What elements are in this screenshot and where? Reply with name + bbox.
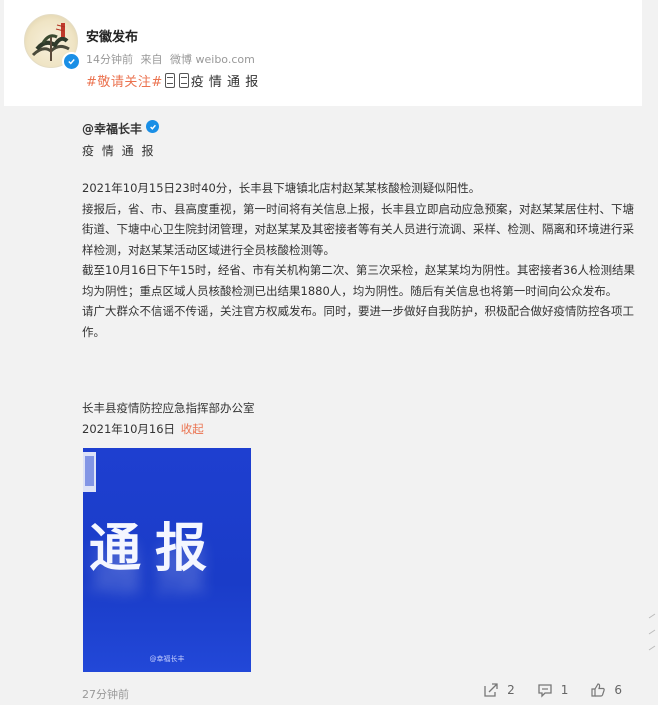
like-button[interactable]: 6 [590, 682, 622, 698]
comment-icon [538, 684, 552, 698]
paragraph: 截至10月16日下午15时，经省、市有关机构第二次、第三次采检，赵某某均为阴性。… [82, 263, 636, 298]
mic-icon [164, 73, 175, 88]
publish-date: 2021年10月16日 收起 [82, 421, 204, 437]
post-meta: 14分钟前 来自 微博 weibo.com [86, 51, 259, 67]
post-source[interactable]: 微博 weibo.com [170, 53, 255, 66]
reposted-content: @幸福长丰 疫 情 通 报 2021年10月15日23时40分，长丰县下塘镇北店… [66, 112, 658, 705]
repost-author-link[interactable]: @幸福长丰 [82, 120, 142, 137]
paragraph: 接报后，省、市、县高度重视，第一时间将有关信息上报，长丰县立即启动应急预案，对赵… [82, 201, 634, 257]
post-headline: #敬请关注# 疫 情 通 报 [86, 71, 259, 90]
signature: 长丰县疫情防控应急指挥部办公室 [82, 401, 255, 415]
notice-image-headline: 通报 [89, 519, 222, 579]
repost-count: 2 [507, 683, 515, 697]
comment-button[interactable]: 1 [537, 682, 569, 698]
original-post: 安徽发布 14分钟前 来自 微博 weibo.com #敬请关注# 疫 情 通 报 [4, 0, 642, 106]
topic-tag-link[interactable]: #敬请关注# [86, 75, 163, 90]
post-time[interactable]: 14分钟前 [86, 53, 133, 66]
like-count: 6 [614, 683, 622, 697]
repost-time[interactable]: 27分钟前 [82, 686, 129, 702]
like-icon [591, 683, 606, 697]
brand-mark-icon [83, 452, 96, 492]
paragraph: 2021年10月15日23时40分，长丰县下塘镇北店村赵某某核酸检测疑似阳性。 [82, 181, 481, 195]
notice-image[interactable]: 通报 @幸福长丰 [83, 448, 251, 672]
repost-button[interactable]: 2 [483, 682, 515, 698]
source-prefix: 来自 [140, 53, 163, 66]
date-text: 2021年10月16日 [82, 422, 176, 436]
post-title: 疫 情 通 报 [190, 75, 259, 90]
repost-title: 疫 情 通 报 [82, 144, 156, 158]
image-watermark: @幸福长丰 [149, 655, 185, 663]
collapse-link[interactable]: 收起 [181, 422, 204, 436]
author-name[interactable]: 安徽发布 [86, 26, 138, 45]
mic-icon [178, 73, 189, 88]
action-bar: 2 1 6 [483, 682, 622, 698]
paragraph: 请广大群众不信谣不传谣，关注官方权威发布。同时，要进一步做好自我防护，积极配合做… [82, 304, 634, 339]
author-avatar[interactable] [24, 14, 81, 71]
comment-count: 1 [560, 683, 569, 697]
repost-icon [484, 683, 498, 697]
verified-icon [62, 52, 81, 71]
verified-icon [146, 120, 159, 133]
scroll-indicator[interactable] [646, 612, 658, 660]
repost-body: 2021年10月15日23时40分，长丰县下塘镇北店村赵某某核酸检测疑似阳性。 … [82, 178, 642, 342]
